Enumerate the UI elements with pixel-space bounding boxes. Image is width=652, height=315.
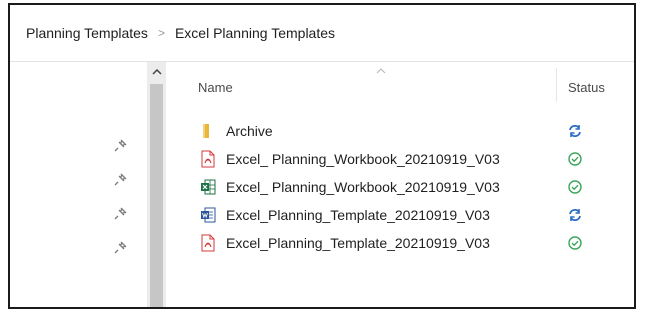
file-name: Excel_Planning_Template_20210919_V03 [226,207,490,223]
sync-icon [569,209,581,221]
breadcrumb: Planning Templates > Excel Planning Temp… [10,5,634,62]
sort-ascending-icon [376,68,386,74]
column-divider[interactable] [556,68,557,102]
check-circle-icon [568,236,582,250]
pin-icon[interactable] [114,138,128,152]
pdf-file-icon [201,234,215,252]
file-list: Name Status Archive Excel_ Planning_Work… [180,62,634,307]
column-header-status[interactable]: Status [568,80,605,95]
breadcrumb-separator-icon: > [157,26,165,40]
pin-icon[interactable] [114,206,128,220]
list-item[interactable]: Archive [180,118,634,144]
folder-icon [203,124,209,138]
sync-icon [569,125,581,137]
check-circle-icon [568,152,582,166]
list-item[interactable]: Excel_Planning_Template_20210919_V03 [180,230,634,256]
navigation-pane [10,62,170,307]
list-item[interactable]: Excel_ Planning_Workbook_20210919_V03 [180,146,634,172]
vertical-scrollbar[interactable] [147,62,166,307]
check-circle-icon [568,180,582,194]
column-header-row: Name Status [180,62,634,102]
scrollbar-thumb[interactable] [150,84,163,307]
list-item[interactable]: Excel_ Planning_Workbook_20210919_V03 [180,174,634,200]
word-file-icon [201,207,216,223]
file-explorer-window: Planning Templates > Excel Planning Temp… [8,3,636,309]
file-name: Archive [226,123,273,139]
list-item[interactable]: Excel_Planning_Template_20210919_V03 [180,202,634,228]
file-name: Excel_Planning_Template_20210919_V03 [226,235,490,251]
breadcrumb-item-excel-planning-templates[interactable]: Excel Planning Templates [175,25,335,41]
pin-icon[interactable] [114,172,128,186]
breadcrumb-item-planning-templates[interactable]: Planning Templates [26,25,148,41]
scroll-up-arrow-icon[interactable] [147,64,166,80]
file-name: Excel_ Planning_Workbook_20210919_V03 [226,151,500,167]
pdf-file-icon [201,150,215,168]
file-name: Excel_ Planning_Workbook_20210919_V03 [226,179,500,195]
excel-file-icon [201,179,216,195]
pin-icon[interactable] [114,240,128,254]
column-header-name[interactable]: Name [198,80,233,95]
